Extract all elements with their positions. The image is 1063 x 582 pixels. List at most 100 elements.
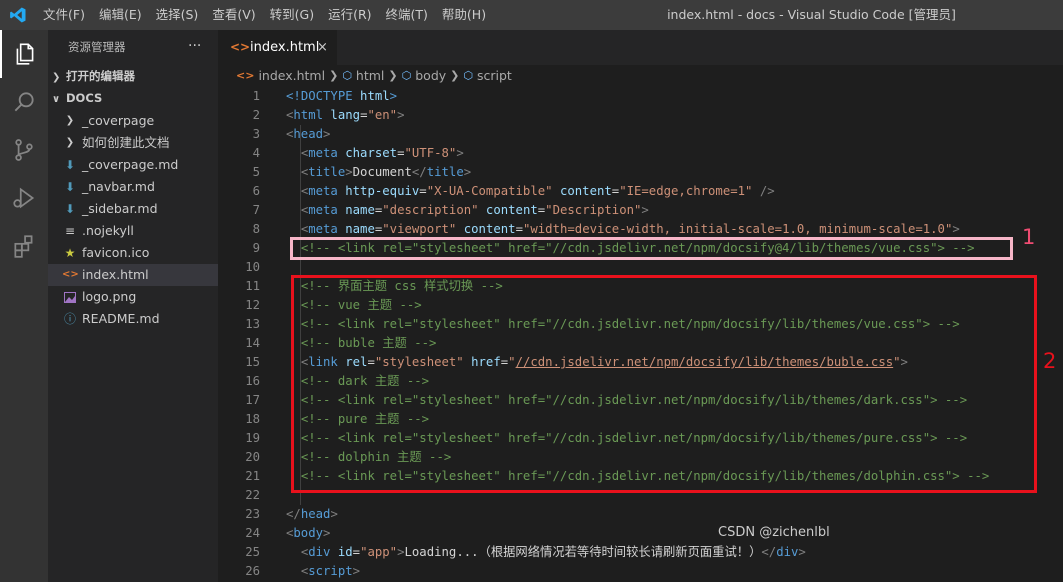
html-icon: <> (230, 40, 251, 54)
breadcrumb-item-html[interactable]: html (356, 65, 384, 87)
tree-item-logo-png[interactable]: logo.png (48, 286, 218, 308)
code-text: <meta http-equiv="X-UA-Compatible" conte… (286, 182, 775, 201)
line-number: 15 (245, 355, 260, 369)
code-token: lang (323, 108, 361, 122)
code-token: > (352, 564, 361, 578)
code-token: script (308, 564, 353, 578)
menu-view[interactable]: 查看(V) (205, 0, 262, 30)
tab-index-html[interactable]: <> index.html × (218, 30, 337, 65)
code-line[interactable]: 23 </head> (218, 505, 1063, 524)
tree-item-index-html[interactable]: <> index.html (48, 264, 218, 286)
breadcrumb-item-file[interactable]: index.html (258, 65, 325, 87)
code-token: > (323, 526, 331, 540)
editor-area: <> index.html × <> index.html ❯ ⬡ html ❯… (218, 30, 1063, 582)
tree-item-readme-md[interactable]: ⓘ README.md (48, 308, 218, 330)
explorer-activity-button[interactable] (0, 30, 48, 78)
close-icon[interactable]: × (317, 30, 328, 65)
breadcrumb-item-script[interactable]: script (477, 65, 512, 87)
code-token: </ (411, 165, 427, 179)
line-number: 3 (252, 127, 260, 141)
code-line[interactable]: 2 <html lang="en"> (218, 106, 1063, 125)
highlight-box-1 (290, 237, 1013, 260)
code-line[interactable]: 7 <meta name="description" content="Desc… (218, 201, 1063, 220)
line-number: 9 (252, 241, 260, 255)
tree-item-coverpage-folder[interactable]: ❯ _coverpage (48, 110, 218, 132)
code-token: "X-UA-Compatible" (426, 184, 553, 198)
code-token: > (330, 507, 338, 521)
search-icon (14, 92, 34, 112)
code-line[interactable]: 4 <meta charset="UTF-8"> (218, 144, 1063, 163)
code-token: > (345, 165, 353, 179)
open-editors-label: 打开的编辑器 (66, 69, 135, 83)
code-token: div (308, 545, 331, 559)
info-icon: ⓘ (63, 312, 76, 326)
code-token: "viewport" (382, 222, 457, 236)
menu-file[interactable]: 文件(F) (36, 0, 92, 30)
search-activity-button[interactable] (0, 78, 48, 126)
tree-item-navbar-md[interactable]: ⬇ _navbar.md (48, 176, 218, 198)
image-icon (62, 286, 78, 308)
code-token: meta (308, 222, 338, 236)
code-token: id (330, 545, 353, 559)
extensions-activity-button[interactable] (0, 222, 48, 270)
code-token: > (641, 203, 649, 217)
code-token: > (952, 222, 960, 236)
code-text: <!DOCTYPE html> (286, 87, 397, 106)
code-token: "width=device-width, initial-scale=1.0, … (522, 222, 953, 236)
source-control-icon (15, 139, 33, 161)
code-token: div (776, 545, 799, 559)
code-token: </ (286, 507, 301, 521)
code-line[interactable]: 1 <!DOCTYPE html> (218, 87, 1063, 106)
run-debug-activity-button[interactable] (0, 174, 48, 222)
source-control-activity-button[interactable] (0, 126, 48, 174)
tree-item-favicon[interactable]: ★ favicon.ico (48, 242, 218, 264)
code-line[interactable]: 3 <head> (218, 125, 1063, 144)
more-actions-button[interactable]: ··· (188, 30, 201, 63)
menu-terminal[interactable]: 终端(T) (379, 0, 435, 30)
menu-selection[interactable]: 选择(S) (149, 0, 206, 30)
menu-edit[interactable]: 编辑(E) (92, 0, 149, 30)
docs-folder-section[interactable]: ∨ DOCS (48, 87, 218, 109)
code-token: title (308, 165, 346, 179)
code-token: > (798, 545, 806, 559)
vscode-logo-icon (10, 7, 26, 23)
code-token: content (456, 222, 516, 236)
menu-go[interactable]: 转到(G) (263, 0, 321, 30)
code-token: "IE=edge,chrome=1" (619, 184, 753, 198)
tree-item-howto-folder[interactable]: ❯ 如何创建此文档 (48, 132, 218, 154)
code-line[interactable]: 24 <body> (218, 524, 1063, 543)
line-number: 21 (245, 469, 260, 483)
tab-label: index.html (250, 40, 320, 55)
code-token: > (397, 108, 405, 122)
code-token: charset (337, 146, 398, 160)
breadcrumb-item-body[interactable]: body (415, 65, 446, 87)
code-line[interactable]: 5 <title>Document</title> (218, 163, 1063, 182)
code-token: http-equiv (337, 184, 420, 198)
line-number: 24 (245, 526, 260, 540)
code-token: "description" (382, 203, 479, 217)
highlight-box-2 (291, 275, 1037, 493)
menu-help[interactable]: 帮助(H) (435, 0, 493, 30)
tree-item-coverpage-md[interactable]: ⬇ _coverpage.md (48, 154, 218, 176)
code-line[interactable]: 6 <meta http-equiv="X-UA-Compatible" con… (218, 182, 1063, 201)
tree-item-sidebar-md[interactable]: ⬇ _sidebar.md (48, 198, 218, 220)
open-editors-section[interactable]: ❯ 打开的编辑器 (48, 65, 218, 87)
code-token: DOCTYPE (300, 89, 353, 103)
line-number: 4 (252, 146, 260, 160)
tree-item-nojekyll[interactable]: ≡ .nojekyll (48, 220, 218, 242)
line-number: 13 (245, 317, 260, 331)
breadcrumb: <> index.html ❯ ⬡ html ❯ ⬡ body ❯ ⬡ scri… (236, 65, 512, 87)
code-token: > (463, 165, 472, 179)
lines-icon: ≡ (64, 224, 76, 238)
code-line[interactable]: 26 <script> (218, 562, 1063, 581)
code-line[interactable]: 25 <div id="app">Loading...（根据网络情况若等待时间较… (218, 543, 1063, 562)
line-number: 18 (245, 412, 260, 426)
code-token: "UTF-8" (404, 146, 457, 160)
menu-run[interactable]: 运行(R) (321, 0, 378, 30)
menu-bar: 文件(F) 编辑(E) 选择(S) 查看(V) 转到(G) 运行(R) 终端(T… (36, 0, 493, 30)
explorer-title: 资源管理器 (68, 40, 126, 54)
code-token: content (478, 203, 538, 217)
